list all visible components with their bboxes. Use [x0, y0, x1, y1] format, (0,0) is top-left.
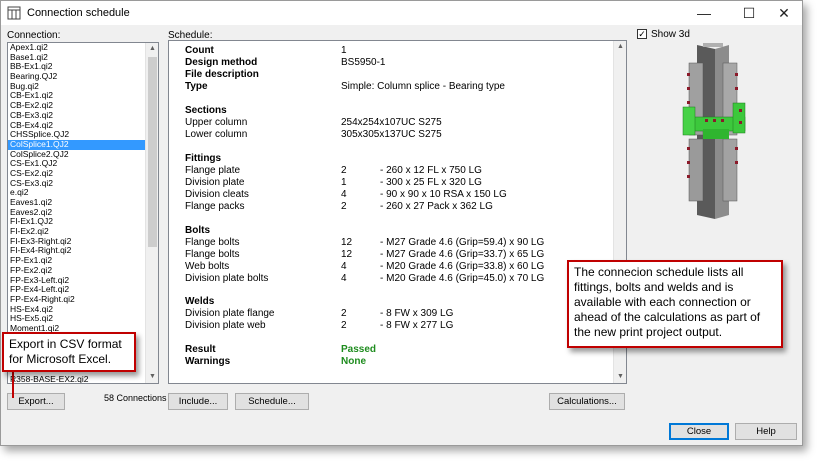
show-3d-checkbox[interactable]: ✓	[637, 29, 647, 39]
app-icon	[7, 6, 21, 20]
list-item[interactable]: R358-BASE-EX2.qi2	[8, 374, 146, 383]
scroll-thumb[interactable]	[148, 57, 157, 247]
close-window-button[interactable]: ✕	[769, 3, 799, 23]
welds-qty: 2	[341, 320, 347, 331]
fittings-desc: - 260 x 12 FL x 750 LG	[380, 165, 482, 176]
welds-desc: - 8 FW x 277 LG	[380, 320, 454, 331]
lower-column-value: 305x305x137UC S275	[341, 129, 442, 140]
bolts-name: Division plate bolts	[185, 273, 269, 284]
scroll-up-icon[interactable]: ▲	[614, 41, 627, 53]
title-bar: Connection schedule — ☐ ✕	[1, 1, 802, 25]
fittings-desc: - 90 x 90 x 10 RSA x 150 LG	[380, 189, 507, 200]
count-value: 1	[341, 45, 347, 56]
type-value: Simple: Column splice - Bearing type	[341, 81, 505, 92]
fittings-qty: 1	[341, 177, 347, 188]
export-callout-pointer	[12, 372, 14, 398]
file-description-label: File description	[185, 69, 259, 80]
schedule-content: Count 1 Design method BS5950-1 File desc…	[169, 41, 613, 383]
welds-qty: 2	[341, 308, 347, 319]
schedule-callout: The connecion schedule lists all fitting…	[567, 260, 783, 348]
design-method-label: Design method	[185, 57, 258, 68]
bolts-desc: - M20 Grade 4.6 (Grip=45.0) x 70 LG	[380, 273, 545, 284]
bolts-desc: - M27 Grade 4.6 (Grip=33.7) x 65 LG	[380, 249, 545, 260]
welds-desc: - 8 FW x 309 LG	[380, 308, 454, 319]
result-value: Passed	[341, 344, 377, 355]
bolts-desc: - M20 Grade 4.6 (Grip=33.8) x 60 LG	[380, 261, 545, 272]
bolts-heading: Bolts	[185, 225, 210, 236]
type-label: Type	[185, 81, 208, 92]
window-title: Connection schedule	[27, 7, 130, 19]
show-3d-label: Show 3d	[651, 29, 690, 40]
scroll-up-icon[interactable]: ▲	[146, 43, 158, 55]
minimize-button[interactable]: —	[689, 3, 719, 23]
scroll-down-icon[interactable]: ▼	[614, 371, 627, 383]
fittings-qty: 2	[341, 165, 347, 176]
welds-name: Division plate flange	[185, 308, 275, 319]
fittings-qty: 2	[341, 201, 347, 212]
lower-column-label: Lower column	[185, 129, 248, 140]
connection-items: Apex1.qi2 Base1.qi2 BB-Ex1.qi2 Bearing.QJ2 B…	[8, 43, 146, 334]
close-button[interactable]: Close	[669, 423, 729, 440]
export-callout: Export in CSV format for Microsoft Excel…	[2, 332, 136, 372]
column-splice-3d-model	[682, 43, 746, 219]
schedule-panel: Count 1 Design method BS5950-1 File desc…	[168, 40, 627, 384]
schedule-button[interactable]: Schedule...	[235, 393, 309, 410]
upper-column-label: Upper column	[185, 117, 248, 128]
warnings-value: None	[341, 356, 366, 367]
welds-heading: Welds	[185, 296, 215, 307]
bolts-name: Flange bolts	[185, 249, 240, 260]
count-label: Count	[185, 45, 214, 56]
connection-label: Connection:	[7, 30, 61, 41]
bolts-qty: 12	[341, 249, 353, 260]
connection-list-scrollbar[interactable]: ▲ ▼	[145, 43, 158, 383]
fittings-name: Flange plate	[185, 165, 241, 176]
fittings-desc: - 300 x 25 FL x 320 LG	[380, 177, 482, 188]
upper-column-value: 254x254x107UC S275	[341, 117, 442, 128]
help-button[interactable]: Help	[735, 423, 797, 440]
design-method-value: BS5950-1	[341, 57, 386, 68]
fittings-name: Division plate	[185, 177, 245, 188]
bolts-name: Web bolts	[185, 261, 230, 272]
result-label: Result	[185, 344, 216, 355]
fittings-heading: Fittings	[185, 153, 222, 164]
sections-heading: Sections	[185, 105, 227, 116]
bolts-name: Flange bolts	[185, 237, 240, 248]
connection-schedule-window: Connection schedule — ☐ ✕ Connection: Sc…	[0, 0, 803, 446]
maximize-button[interactable]: ☐	[734, 3, 764, 23]
fittings-name: Flange packs	[185, 201, 245, 212]
list-item[interactable]: CS-Ex3.qi2	[8, 178, 146, 189]
connections-count: 58 Connections	[104, 393, 167, 403]
fittings-desc: - 260 x 27 Pack x 362 LG	[380, 201, 493, 212]
export-button[interactable]: Export...	[7, 393, 65, 410]
warnings-label: Warnings	[185, 356, 231, 367]
calculations-button[interactable]: Calculations...	[549, 393, 625, 410]
scroll-down-icon[interactable]: ▼	[146, 371, 158, 383]
bolts-desc: - M27 Grade 4.6 (Grip=59.4) x 90 LG	[380, 237, 545, 248]
welds-name: Division plate web	[185, 320, 266, 331]
include-button[interactable]: Include...	[168, 393, 228, 410]
fittings-name: Division cleats	[185, 189, 249, 200]
fittings-qty: 4	[341, 189, 347, 200]
bolts-qty: 12	[341, 237, 353, 248]
bolts-qty: 4	[341, 261, 347, 272]
bolts-qty: 4	[341, 273, 347, 284]
